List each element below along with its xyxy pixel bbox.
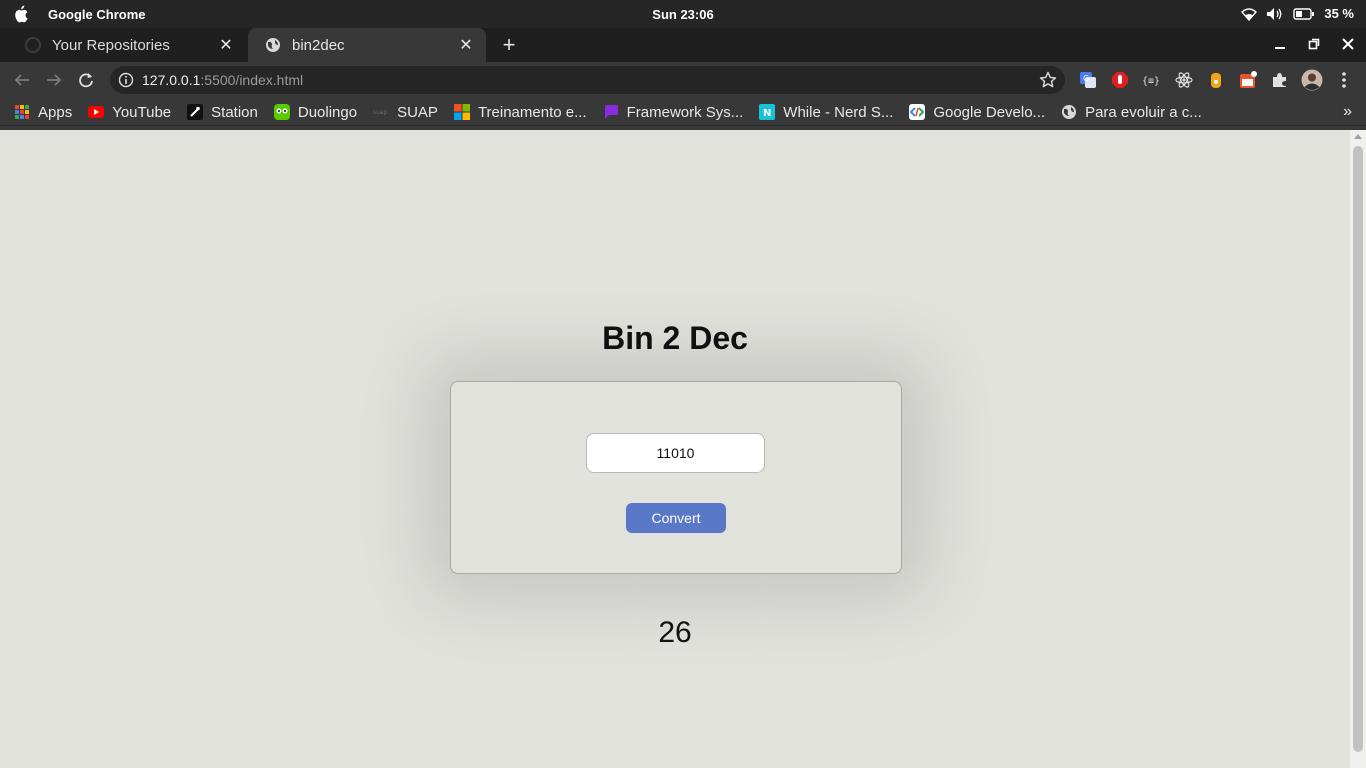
os-top-bar: Google Chrome Sun 23:06 35 % xyxy=(0,0,1366,28)
youtube-icon xyxy=(88,106,105,118)
bookmark-google-developers[interactable]: Google Develo... xyxy=(909,102,1045,122)
converter-card: Convert xyxy=(450,381,902,574)
browser-toolbar: 127.0.0.1:5500/index.html G {≡} xyxy=(0,62,1366,98)
bookmark-label: SUAP xyxy=(397,103,438,121)
notion-icon: N xyxy=(759,104,776,120)
scroll-thumb[interactable] xyxy=(1353,146,1363,752)
bookmark-duolingo[interactable]: Duolingo xyxy=(273,102,358,122)
tab-your-repositories[interactable]: Your Repositories ✕ xyxy=(8,28,246,62)
react-devtools-icon[interactable] xyxy=(1172,68,1196,92)
tab-title: Your Repositories xyxy=(52,36,170,54)
site-info-icon[interactable] xyxy=(118,72,134,88)
url-text[interactable]: 127.0.0.1:5500/index.html xyxy=(142,72,303,88)
bookmark-label: Station xyxy=(211,103,258,121)
station-icon xyxy=(187,104,204,120)
svg-text:suap: suap xyxy=(373,109,388,116)
globe-icon xyxy=(264,36,282,54)
bookmark-label: Treinamento e... xyxy=(477,103,587,121)
apps-grid-icon xyxy=(15,105,29,119)
battery-percent: 35 % xyxy=(1324,6,1354,21)
bookmark-station[interactable]: Station xyxy=(187,102,258,122)
new-tab-icon[interactable]: + xyxy=(499,34,519,56)
close-window-icon[interactable] xyxy=(1340,35,1356,53)
status-area: 35 % xyxy=(1241,6,1354,21)
window-controls xyxy=(1272,35,1356,53)
svg-text:N: N xyxy=(763,108,771,119)
bookmark-while[interactable]: N While - Nerd S... xyxy=(759,102,893,122)
back-arrow-icon[interactable] xyxy=(10,68,34,92)
bookmark-star-icon[interactable] xyxy=(1039,71,1057,89)
google-developers-icon xyxy=(909,104,926,120)
bookmarks-bar: Apps YouTube Station Duolingo suap SUAP … xyxy=(0,98,1366,126)
globe-icon xyxy=(1062,105,1077,119)
bookmark-label: YouTube xyxy=(112,103,172,121)
volume-icon[interactable] xyxy=(1266,7,1284,21)
sensor-extension-icon[interactable] xyxy=(1204,68,1228,92)
tab-title: bin2dec xyxy=(292,36,345,54)
calendar-extension-icon[interactable] xyxy=(1236,68,1260,92)
json-viewer-icon[interactable]: {≡} xyxy=(1140,68,1164,92)
url-path: :5500/index.html xyxy=(200,72,304,88)
clock[interactable]: Sun 23:06 xyxy=(0,7,1366,22)
extensions-puzzle-icon[interactable] xyxy=(1268,68,1292,92)
tab-bin2dec[interactable]: bin2dec ✕ xyxy=(248,28,486,62)
convert-button[interactable]: Convert xyxy=(626,503,726,533)
minimize-icon[interactable] xyxy=(1272,35,1288,53)
bookmark-label: Google Develo... xyxy=(933,103,1046,121)
bookmark-framework[interactable]: Framework Sys... xyxy=(603,102,744,122)
tab-strip: Your Repositories ✕ bin2dec ✕ + xyxy=(0,28,1366,62)
scroll-up-arrow-icon[interactable] xyxy=(1354,134,1362,139)
bookmark-youtube[interactable]: YouTube xyxy=(88,102,171,122)
page-title: Bin 2 Dec xyxy=(602,320,748,356)
bookmark-label: While - Nerd S... xyxy=(783,103,894,121)
binary-input[interactable] xyxy=(586,433,765,473)
forward-arrow-icon[interactable] xyxy=(42,68,66,92)
battery-icon[interactable] xyxy=(1293,7,1315,20)
google-translate-icon[interactable]: G xyxy=(1076,68,1100,92)
duolingo-icon xyxy=(273,104,290,120)
bookmark-label: Para evoluir a c... xyxy=(1085,103,1202,121)
svg-text:{≡}: {≡} xyxy=(1142,76,1160,87)
svg-text:G: G xyxy=(1083,74,1089,83)
page-content: Bin 2 Dec Convert 26 xyxy=(0,130,1350,768)
close-tab-icon[interactable]: ✕ xyxy=(458,37,474,54)
decimal-result: 26 xyxy=(658,616,692,649)
bookmark-para-evoluir[interactable]: Para evoluir a c... xyxy=(1061,102,1202,122)
bookmark-label: Apps xyxy=(38,103,73,121)
restore-icon[interactable] xyxy=(1306,35,1322,53)
wifi-icon[interactable] xyxy=(1241,7,1258,21)
bookmark-label: Duolingo xyxy=(297,103,358,121)
chat-bubble-icon xyxy=(604,105,618,119)
github-icon xyxy=(24,36,42,54)
menu-kebab-icon[interactable] xyxy=(1332,68,1356,92)
bookmark-label: Framework Sys... xyxy=(626,103,744,121)
bookmark-apps[interactable]: Apps xyxy=(14,102,72,122)
more-bookmarks-icon[interactable]: » xyxy=(1343,103,1352,121)
close-tab-icon[interactable]: ✕ xyxy=(218,37,234,54)
profile-avatar[interactable] xyxy=(1300,68,1324,92)
address-bar[interactable]: 127.0.0.1:5500/index.html xyxy=(110,66,1065,94)
reload-icon[interactable] xyxy=(74,68,98,92)
suap-icon: suap xyxy=(373,109,388,116)
url-host: 127.0.0.1 xyxy=(142,72,201,88)
bookmark-treinamento[interactable]: Treinamento e... xyxy=(453,102,587,122)
stop-hand-icon[interactable] xyxy=(1108,68,1132,92)
bookmark-suap[interactable]: suap SUAP xyxy=(373,102,438,122)
extensions-area: G {≡} xyxy=(1076,68,1356,92)
page-scrollbar[interactable] xyxy=(1350,130,1366,768)
microsoft-icon xyxy=(453,104,470,120)
